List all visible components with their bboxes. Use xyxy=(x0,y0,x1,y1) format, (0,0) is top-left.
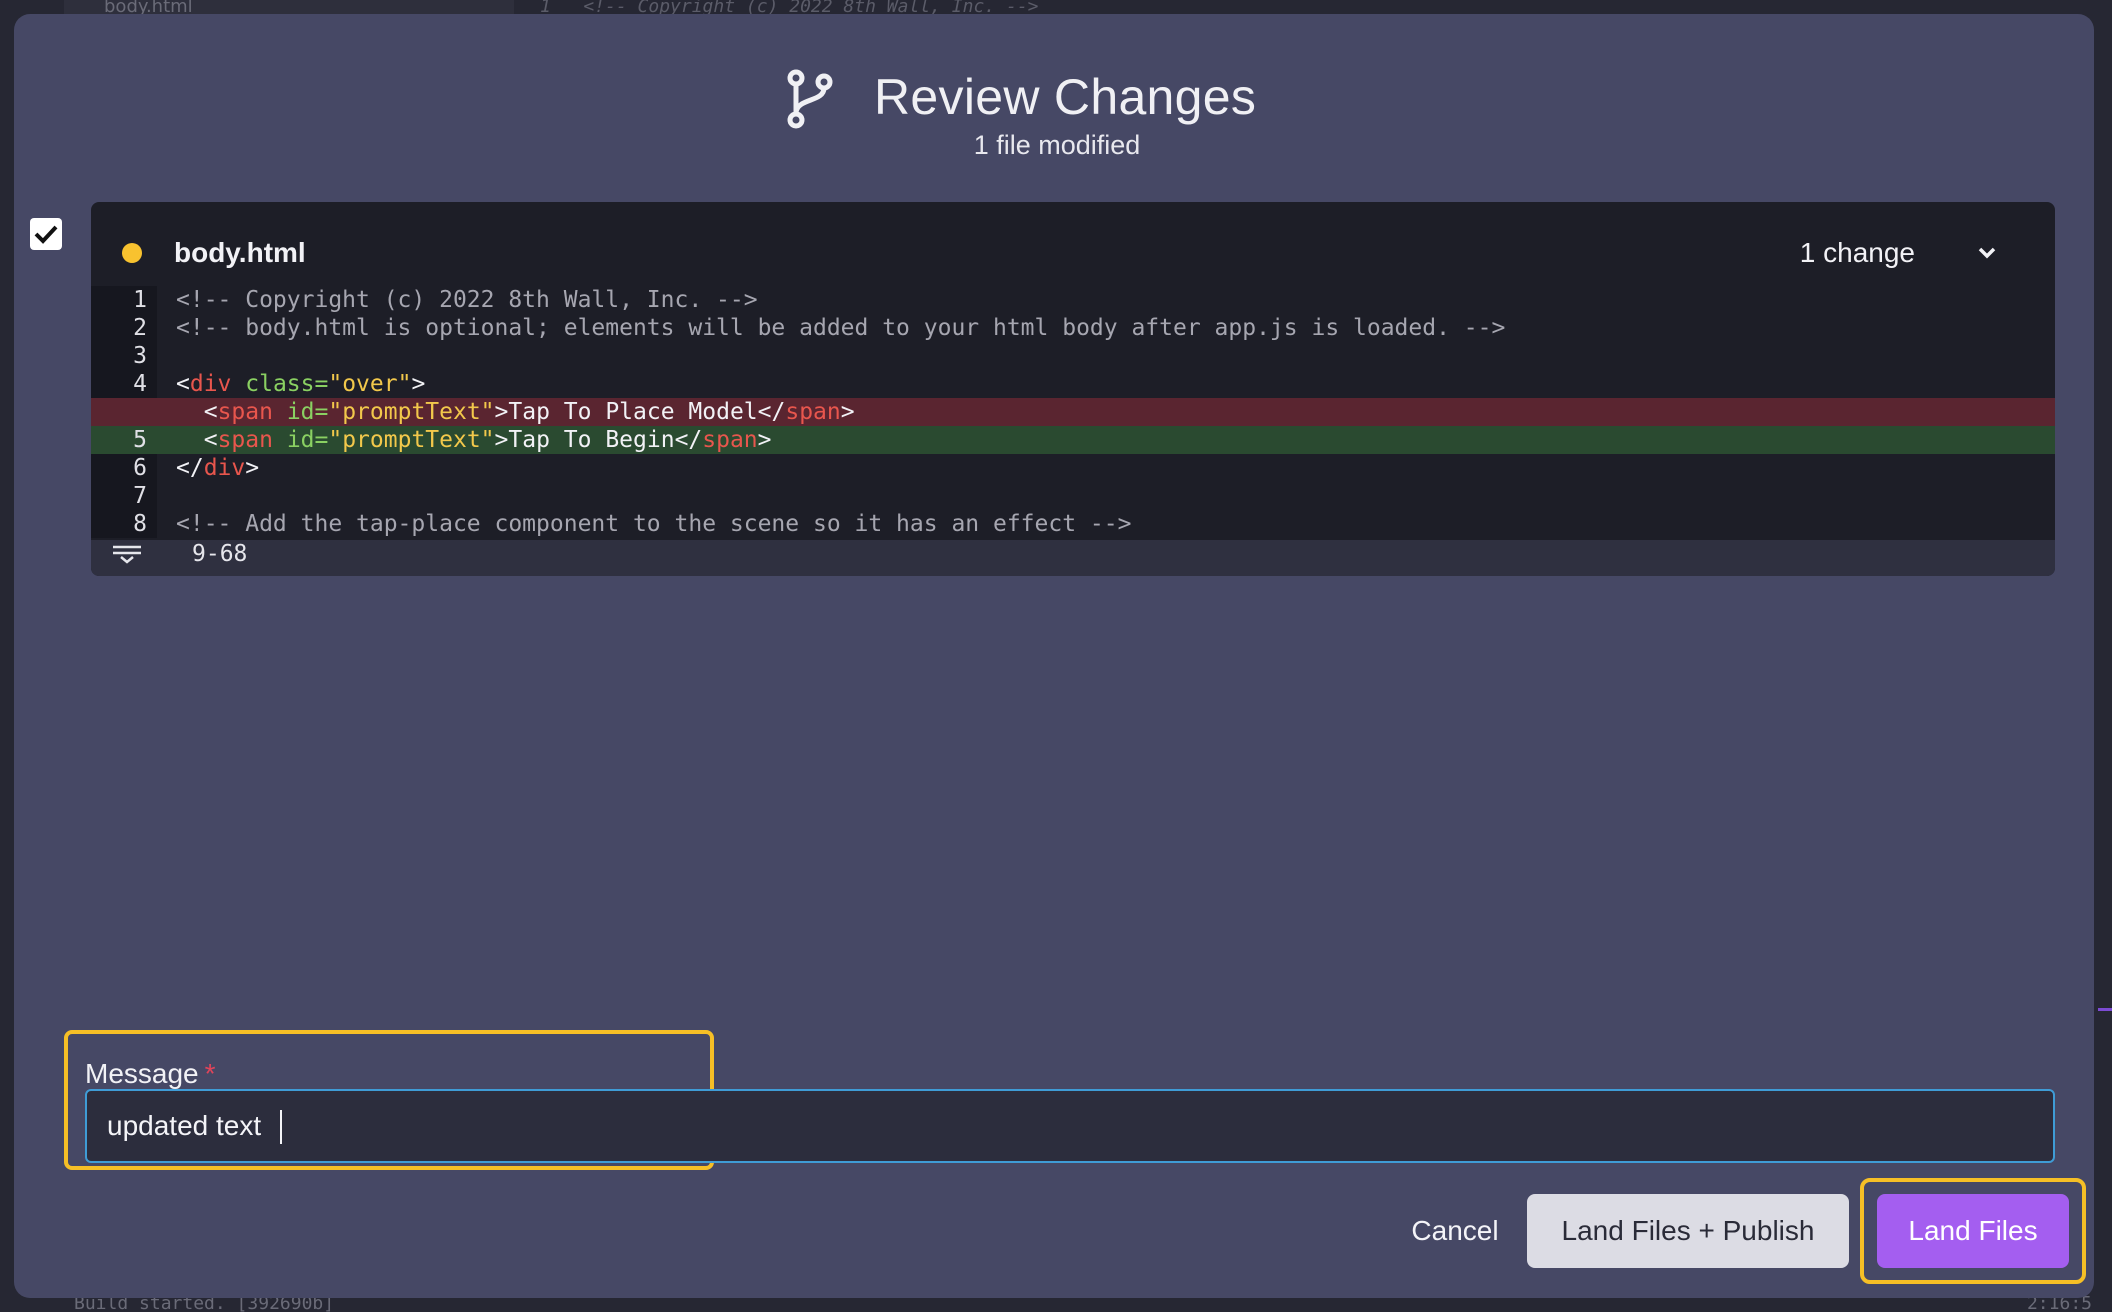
code-text: <!-- Add the tap-place component to the … xyxy=(176,511,1132,537)
code-text: <!-- body.html is optional; elements wil… xyxy=(176,315,1506,341)
code-line: 6 </div> xyxy=(91,454,2055,482)
code-line: 1 <!-- Copyright (c) 2022 8th Wall, Inc.… xyxy=(91,286,2055,314)
dialog-subtitle: 1 file modified xyxy=(973,130,1141,160)
required-marker: * xyxy=(204,1058,216,1089)
code-line: 8 <!-- Add the tap-place component to th… xyxy=(91,510,2055,538)
file-include-checkbox[interactable] xyxy=(30,218,62,250)
code-line: 4 <div class="over"> xyxy=(91,370,2055,398)
code-line: 2 <!-- body.html is optional; elements w… xyxy=(91,314,2055,342)
background-file-tab: body.html xyxy=(64,0,514,14)
cancel-button[interactable]: Cancel xyxy=(1400,1194,1510,1268)
commit-message-input[interactable] xyxy=(85,1089,2055,1163)
line-number: 8 xyxy=(91,510,157,538)
line-number: 1 xyxy=(91,286,157,314)
folded-line-range: 9-68 xyxy=(192,541,248,567)
background-build-time: 2:16:5 xyxy=(2026,1296,2092,1312)
checkmark-icon xyxy=(34,225,58,244)
diff-code: 1 <!-- Copyright (c) 2022 8th Wall, Inc.… xyxy=(91,286,2055,538)
code-text: <!-- Copyright (c) 2022 8th Wall, Inc. -… xyxy=(176,287,758,313)
background-code-line: 1 <!-- Copyright (c) 2022 8th Wall, Inc.… xyxy=(540,0,1039,14)
line-number: 3 xyxy=(91,342,157,370)
line-number: 5 xyxy=(91,426,157,454)
code-text: <span id="promptText">Tap To Place Model… xyxy=(203,399,855,425)
expand-folded-lines[interactable]: 9-68 xyxy=(91,540,2055,568)
line-number xyxy=(91,398,157,426)
modified-status-dot xyxy=(122,243,142,263)
land-files-publish-button[interactable]: Land Files + Publish xyxy=(1527,1194,1849,1268)
line-number: 2 xyxy=(91,314,157,342)
line-number: 7 xyxy=(91,482,157,510)
file-diff-header[interactable]: body.html 1 change xyxy=(91,202,2055,284)
file-diff-card: body.html 1 change 1 <!-- Copyright (c) … xyxy=(91,202,2055,576)
line-number: 4 xyxy=(91,370,157,398)
message-label: Message * xyxy=(85,1058,216,1089)
git-branch-icon xyxy=(787,69,833,129)
code-text: <span id="promptText">Tap To Begin</span… xyxy=(203,427,772,453)
file-name: body.html xyxy=(174,237,306,268)
chevron-down-icon[interactable] xyxy=(1973,242,2001,264)
land-files-button[interactable]: Land Files xyxy=(1877,1194,2069,1268)
change-count: 1 change xyxy=(1799,237,1915,268)
code-text: <div class="over"> xyxy=(176,371,426,397)
code-text: </div> xyxy=(176,455,260,481)
code-line: 7 xyxy=(91,482,2055,510)
dialog-title: Review Changes xyxy=(874,69,1257,125)
removed-code-line: <span id="promptText">Tap To Place Model… xyxy=(91,398,2055,426)
added-code-line: 5 <span id="promptText">Tap To Begin</sp… xyxy=(91,426,2055,454)
dialog-header: Review Changes 1 file modified xyxy=(14,54,2094,174)
code-line: 3 xyxy=(91,342,2055,370)
line-number: 6 xyxy=(91,454,157,482)
card-bottom-bar xyxy=(91,568,2055,576)
text-caret xyxy=(280,1110,282,1144)
background-accent-line xyxy=(2098,1008,2112,1011)
unfold-icon xyxy=(113,545,141,564)
background-build-status: Build started. [392690b] xyxy=(74,1296,335,1312)
